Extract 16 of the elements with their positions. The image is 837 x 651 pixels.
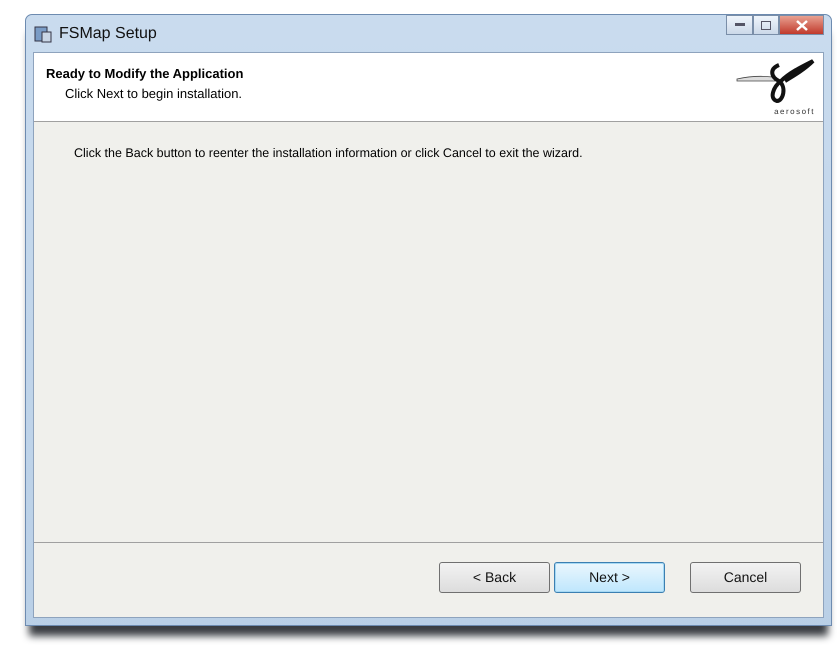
minimize-icon	[734, 23, 744, 27]
logo-text: aerosoft	[774, 107, 815, 116]
window-title: FSMap Setup	[59, 24, 157, 42]
instruction-text: Click the Back button to reenter the installation information or click Cancel to exit the wizard.	[74, 146, 584, 161]
page-subtitle: Click Next to begin installation.	[64, 86, 244, 101]
maximize-button[interactable]	[753, 15, 779, 35]
wizard-button[interactable]: < Back	[439, 562, 550, 592]
wizard-button[interactable]: Cancel	[690, 562, 801, 592]
close-icon	[796, 20, 808, 30]
page-title: Ready to Modify the Application	[46, 66, 244, 81]
close-button[interactable]	[779, 15, 824, 35]
dancer-logo-icon	[735, 59, 815, 105]
maximize-icon	[761, 20, 771, 30]
wizard-button[interactable]: Next >	[554, 562, 665, 592]
minimize-button[interactable]	[726, 15, 753, 35]
installer-icon	[33, 24, 53, 44]
